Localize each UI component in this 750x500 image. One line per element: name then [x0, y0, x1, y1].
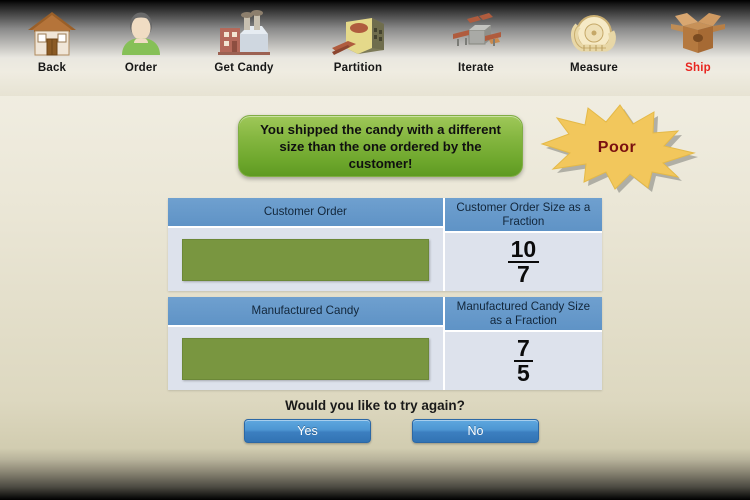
person-icon [89, 8, 193, 58]
warehouse-icon [306, 8, 410, 58]
manufactured-candy-fraction-cell: 7 5 [444, 330, 602, 390]
toolbar-label-ship: Ship [685, 62, 711, 74]
app-window: Back Order Get Candy Partition Iterate M… [0, 0, 750, 500]
manufactured-candy-fraction: 7 5 [513, 335, 533, 385]
manufactured-candy-fraction-column: Manufactured Candy Size as a Fraction 7 … [442, 297, 602, 390]
customer-order-numerator: 10 [510, 236, 537, 262]
customer-order-fraction-column: Customer Order Size as a Fraction 10 7 [442, 198, 602, 291]
customer-order-visual-column: Customer Order [168, 198, 443, 291]
toolbar-item-measure[interactable]: Measure [542, 8, 646, 90]
toolbar-item-partition[interactable]: Partition [306, 8, 410, 90]
manufactured-candy-table: Manufactured Candy Manufactured Candy Si… [168, 297, 602, 390]
customer-order-bar-cell [168, 226, 443, 291]
bottom-gradient-strip [0, 448, 750, 500]
no-button[interactable]: No [412, 419, 539, 443]
toolbar-item-get-candy[interactable]: Get Candy [192, 8, 296, 90]
toolbar-label-iterate: Iterate [458, 62, 494, 74]
toolbar-item-ship[interactable]: Ship [646, 8, 750, 90]
status-message-box: You shipped the candy with a different s… [238, 115, 523, 177]
toolbar-item-order[interactable]: Order [89, 8, 193, 90]
yes-button[interactable]: Yes [244, 419, 371, 443]
rating-star-badge: Poor [530, 100, 710, 195]
manufactured-candy-visual-column: Manufactured Candy [168, 297, 443, 390]
toolbar-label-partition: Partition [333, 62, 383, 74]
manufactured-candy-fraction-header: Manufactured Candy Size as a Fraction [444, 297, 602, 330]
machine-icon [424, 8, 528, 58]
manufactured-candy-header: Manufactured Candy [168, 297, 443, 325]
customer-order-header: Customer Order [168, 198, 443, 226]
toolbar-label-get-candy: Get Candy [214, 62, 274, 74]
toolbar-label-measure: Measure [569, 62, 619, 74]
customer-order-fraction: 10 7 [507, 236, 540, 286]
tape-measure-icon [542, 8, 646, 58]
manufactured-candy-denominator: 5 [513, 360, 533, 385]
status-message-text: You shipped the candy with a different s… [260, 121, 501, 171]
manufactured-candy-bar [182, 337, 429, 380]
toolbar-item-iterate[interactable]: Iterate [424, 8, 528, 90]
customer-order-table: Customer Order Customer Order Size as a … [168, 198, 602, 291]
retry-prompt: Would you like to try again? [285, 398, 465, 413]
manufactured-candy-numerator: 7 [516, 335, 530, 361]
customer-order-candy-bar [182, 238, 429, 281]
top-toolbar: Back Order Get Candy Partition Iterate M… [0, 0, 750, 96]
customer-order-fraction-header: Customer Order Size as a Fraction [444, 198, 602, 231]
customer-order-fraction-cell: 10 7 [444, 231, 602, 291]
open-box-icon [646, 8, 750, 58]
factory-icon [192, 8, 296, 58]
customer-order-denominator: 7 [507, 261, 540, 286]
manufactured-candy-bar-cell [168, 325, 443, 390]
toolbar-label-order: Order [124, 62, 158, 74]
rating-label: Poor [597, 138, 637, 156]
